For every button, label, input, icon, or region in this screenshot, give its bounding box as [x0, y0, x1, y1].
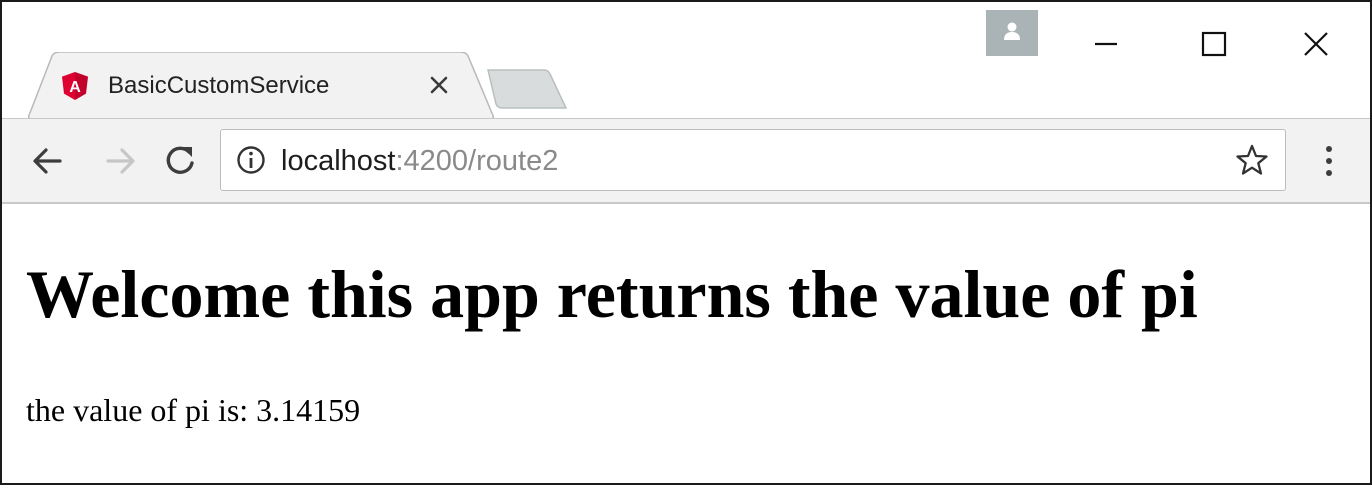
tab-close-icon[interactable]: [424, 70, 454, 100]
url-host: localhost: [281, 145, 396, 177]
page-content: Welcome this app returns the value of pi…: [2, 204, 1370, 483]
tab-active[interactable]: A BasicCustomService: [28, 52, 494, 118]
pi-value-text: the value of pi is: 3.14159: [26, 392, 361, 428]
arrow-left-icon[interactable]: [26, 139, 70, 183]
reload-icon[interactable]: [158, 139, 202, 183]
star-icon[interactable]: [1235, 143, 1269, 177]
profile-icon: [1004, 22, 1020, 40]
minimize-icon[interactable]: [1078, 16, 1134, 72]
page-heading: Welcome this app returns the value of pi: [26, 256, 1198, 332]
new-tab-button[interactable]: [486, 68, 570, 110]
kebab-menu-icon[interactable]: [1314, 139, 1344, 183]
info-icon[interactable]: [235, 144, 267, 176]
profile-button[interactable]: [986, 10, 1038, 56]
browser-window: A BasicCustomService localhost:4200/rout…: [0, 0, 1372, 485]
arrow-right-icon[interactable]: [98, 139, 142, 183]
angular-logo-icon: A: [62, 72, 88, 100]
tab-title: BasicCustomService: [108, 72, 330, 99]
tab-strip: A BasicCustomService: [2, 2, 1370, 118]
favicon-letter: A: [69, 79, 81, 96]
maximize-icon[interactable]: [1186, 16, 1242, 72]
url-path: :4200/route2: [395, 145, 559, 177]
address-bar[interactable]: localhost:4200/route2: [220, 129, 1286, 191]
close-icon[interactable]: [1288, 16, 1344, 72]
url-text: localhost:4200/route2: [281, 145, 558, 177]
browser-toolbar: localhost:4200/route2: [2, 118, 1370, 204]
